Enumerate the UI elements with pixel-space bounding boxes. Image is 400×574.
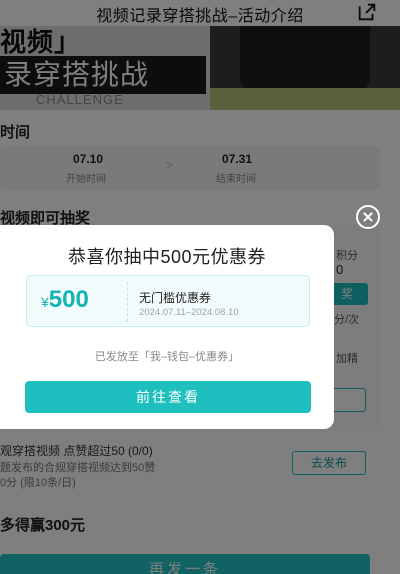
end-date: 07.31 (222, 152, 253, 166)
banner-model-shirt (240, 26, 370, 96)
coupon-card: ¥500 无门槛优惠券 2024.07.11–2024.08.10 (26, 275, 310, 327)
coupon-currency: ¥ (41, 294, 49, 310)
highlight-fragment: 加精 (336, 353, 358, 365)
close-circle-icon[interactable] (356, 205, 380, 229)
banner-line-2: 录穿搭挑战 (0, 56, 206, 94)
modal-title: 恭喜你抽中500元优惠券 (67, 247, 267, 267)
coupon-note: 已发放至「我–钱包–优惠券」 (94, 351, 240, 363)
bonus-heading: 多得赢300元 (0, 517, 86, 534)
go-view-button[interactable]: 前往查看 (25, 381, 311, 413)
points-value-fragment: 0 (336, 262, 344, 277)
time-heading: 时间 (0, 124, 31, 141)
banner-line-3: CHALLENGE (36, 92, 124, 107)
coupon-name: 无门槛优惠券 (139, 291, 212, 305)
prize-modal: 恭喜你抽中500元优惠券 ¥500 无门槛优惠券 2024.07.11–2024… (0, 225, 334, 429)
coupon-divider (127, 282, 128, 322)
time-box: 07.10 开始时间 > 07.31 结束时间 (0, 146, 380, 190)
task-description: 题发布的合规穿搭视频达到50赞 (0, 462, 156, 474)
start-label: 开始时间 (66, 174, 106, 185)
start-date: 07.10 (73, 152, 104, 166)
coupon-validity: 2024.07.11–2024.08.10 (139, 307, 239, 318)
banner-model-pants (210, 88, 400, 110)
challenge-banner: 视频」 录穿搭挑战 CHALLENGE (0, 26, 400, 110)
page-title: 视频记录穿搭挑战–活动介绍 (96, 8, 304, 25)
coupon-amount: 500 (48, 286, 89, 313)
coupon-amount-wrap: ¥500 (41, 286, 89, 314)
banner-line-1: 视频」 (0, 27, 82, 57)
task-reward: 0分 (限10条/日) (0, 477, 76, 489)
post-another-button[interactable]: 再发一条 (0, 554, 370, 574)
points-fragment: 积分 (336, 250, 358, 262)
chevron-right-icon: > (166, 158, 174, 172)
go-publish-button[interactable]: 去发布 (292, 451, 366, 475)
end-label: 结束时间 (216, 174, 256, 185)
share-external-icon[interactable] (356, 1, 378, 23)
top-bar: 视频记录穿搭挑战–活动介绍 (0, 0, 400, 26)
per-time-fragment: 分/次 (334, 314, 360, 326)
task-title: 观穿搭视频 点赞超过50 (0/0) (0, 444, 153, 458)
